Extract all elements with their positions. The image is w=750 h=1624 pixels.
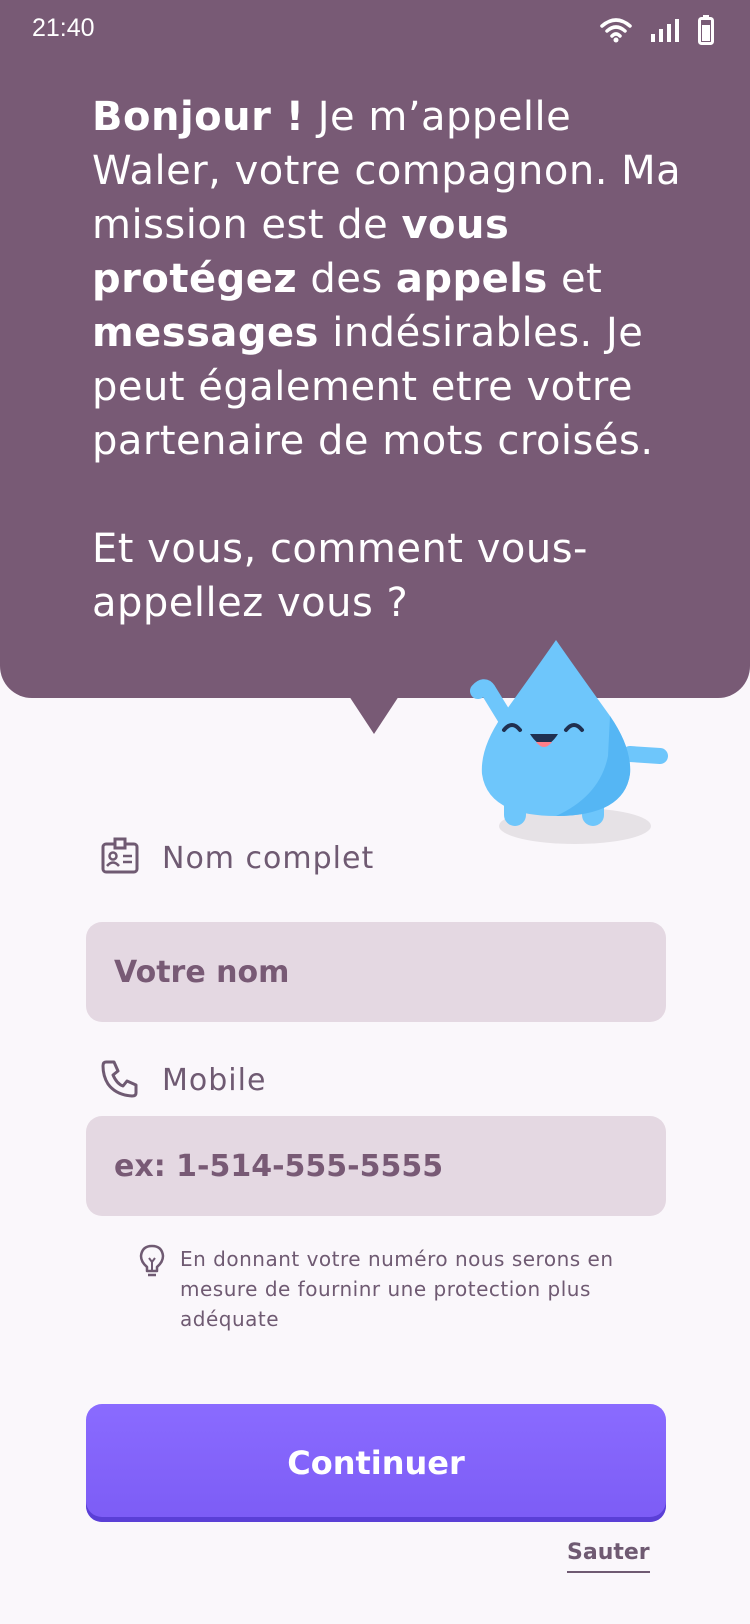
wifi-icon (600, 17, 632, 47)
status-bar: 21:40 (0, 0, 750, 60)
mobile-hint-text: En donnant votre numéro nous serons en m… (180, 1247, 614, 1331)
name-field-label-row: Nom complet (100, 836, 374, 880)
speech-bubble-tail (349, 696, 399, 734)
id-badge-icon (100, 836, 140, 880)
phone-icon (100, 1058, 140, 1102)
mobile-field-label: Mobile (162, 1062, 267, 1098)
continue-button[interactable]: Continuer (86, 1404, 666, 1522)
intro-bold-segment: appels (395, 256, 548, 302)
mobile-hint: En donnant votre numéro nous serons en m… (138, 1244, 638, 1334)
intro-greeting: Bonjour ! (92, 94, 305, 140)
status-time: 21:40 (32, 14, 95, 42)
lightbulb-icon (138, 1244, 166, 1334)
intro-text-segment: des (297, 256, 396, 302)
intro-paragraph-1: Bonjour ! Je m’appelle Waler, votre comp… (92, 90, 692, 468)
mobile-input[interactable] (86, 1116, 666, 1216)
name-input[interactable] (86, 922, 666, 1022)
intro-message: Bonjour ! Je m’appelle Waler, votre comp… (92, 90, 692, 630)
skip-link[interactable]: Sauter (567, 1540, 650, 1573)
status-icons (600, 15, 714, 49)
intro-bold-segment: messages (92, 310, 319, 356)
intro-text-segment: et (547, 256, 603, 302)
mobile-field-label-row: Mobile (100, 1058, 266, 1102)
name-field-label: Nom complet (162, 840, 375, 876)
intro-paragraph-2: Et vous, comment vous-appellez vous ? (92, 526, 588, 626)
signal-icon (650, 17, 680, 47)
water-drop-mascot (470, 640, 668, 844)
battery-icon (698, 15, 714, 49)
